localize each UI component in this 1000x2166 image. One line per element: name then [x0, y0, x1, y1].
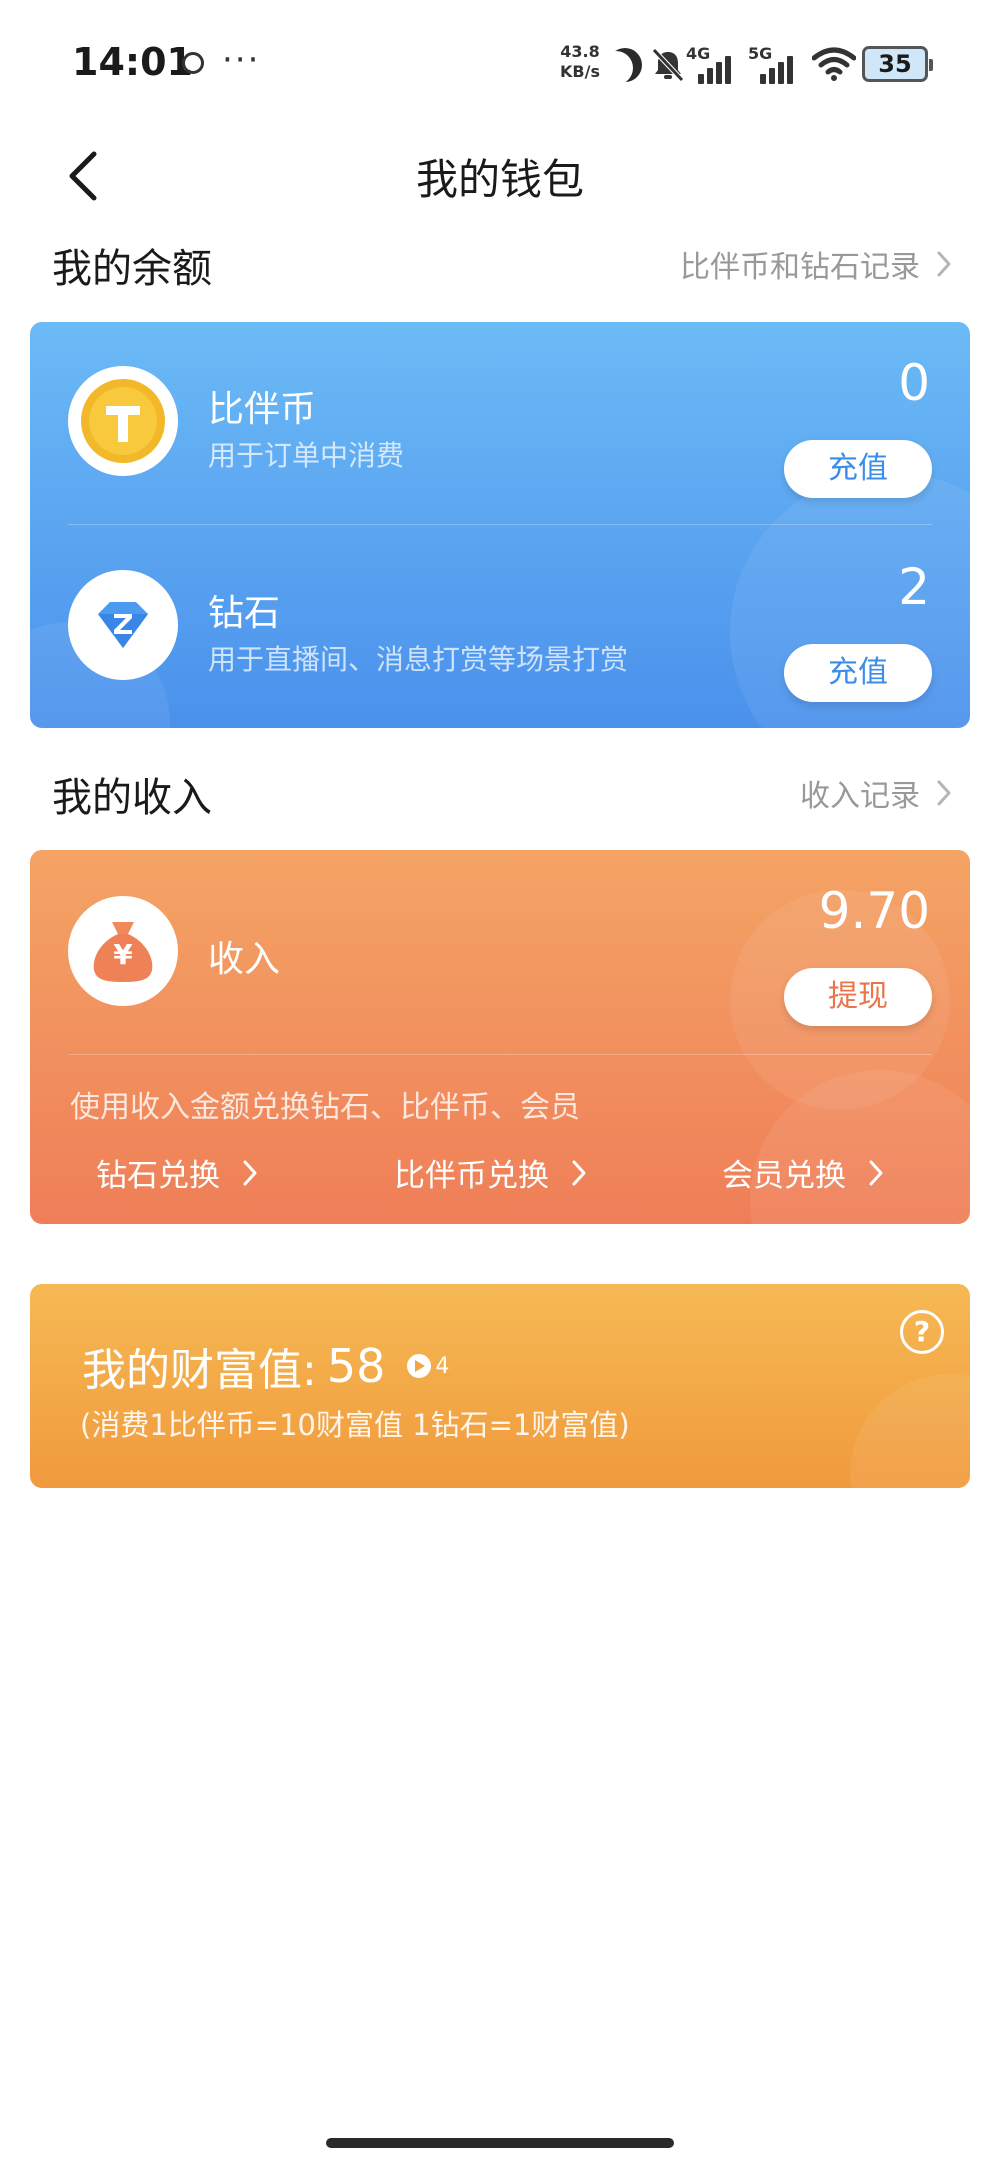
- diamond-icon: [98, 602, 148, 648]
- income-record-link[interactable]: 收入记录: [800, 771, 952, 815]
- page-title: 我的钱包: [415, 155, 584, 204]
- diamond-desc: 用于直播间、消息打赏等场景打赏: [208, 643, 629, 676]
- signal-bars-icon: [760, 56, 793, 84]
- network-speed-unit: KB/s: [560, 62, 600, 81]
- diamond-amount: 2: [898, 558, 930, 616]
- chevron-right-icon: [243, 1160, 257, 1185]
- chevron-right-icon: [937, 780, 951, 806]
- card-watermark: [850, 1374, 970, 1488]
- network-speed-value: 43.8: [560, 42, 600, 61]
- coin-exchange-link[interactable]: 比伴币兑换: [394, 1150, 587, 1195]
- income-card: ¥ 收入 9.70 提现 使用收入金额兑换钻石、比伴币、会员 钻石兑换 比伴币兑…: [30, 850, 970, 1224]
- coin-amount: 0: [898, 354, 930, 412]
- balance-record-link[interactable]: 比伴币和钻石记录: [680, 242, 952, 286]
- signal-4g: 4G: [686, 44, 744, 84]
- status-time: 14:01: [72, 40, 193, 84]
- vip-exchange-label: 会员兑换: [722, 1158, 846, 1194]
- income-section-title: 我的收入: [52, 775, 212, 821]
- income-name: 收入: [208, 939, 281, 980]
- diamond-icon-container: [68, 570, 178, 680]
- diamond-name: 钻石: [208, 593, 281, 634]
- income-amount: 9.70: [818, 882, 930, 940]
- coin-icon-container: [68, 366, 178, 476]
- diamond-exchange-label: 钻石兑换: [96, 1158, 220, 1194]
- help-icon[interactable]: ?: [900, 1310, 944, 1354]
- network-speed: 43.8 KB/s: [556, 42, 604, 82]
- wealth-value: 58: [326, 1339, 386, 1393]
- wealth-note: (消费1比伴币=10财富值 1钻石=1财富值): [80, 1408, 630, 1442]
- coin-name: 比伴币: [208, 389, 317, 430]
- vip-exchange-link[interactable]: 会员兑换: [722, 1150, 884, 1195]
- coin-icon: [81, 379, 165, 463]
- card-divider: [68, 1054, 932, 1055]
- withdraw-button[interactable]: 提现: [784, 968, 932, 1026]
- level-badge-icon: [407, 1354, 432, 1378]
- bell-muted-icon: [652, 48, 684, 82]
- diamond-exchange-link[interactable]: 钻石兑换: [96, 1150, 258, 1195]
- coin-desc: 用于订单中消费: [208, 439, 405, 472]
- signal-5g: 5G: [748, 44, 806, 84]
- balance-card: 比伴币 用于订单中消费 0 充值 钻石 用于直播间、消息打赏等场景打赏 2 充值: [30, 322, 970, 728]
- balance-record-link-label: 比伴币和钻石记录: [680, 250, 920, 285]
- moon-icon: [599, 51, 633, 85]
- diamond-recharge-button[interactable]: 充值: [784, 644, 932, 702]
- money-bag-icon-container: ¥: [68, 896, 178, 1006]
- wealth-level-badge: 4: [407, 1354, 449, 1379]
- wealth-card: 我的财富值: 58 4 (消费1比伴币=10财富值 1钻石=1财富值) ?: [30, 1284, 970, 1488]
- home-indicator[interactable]: [326, 2138, 674, 2148]
- signal-bars-icon: [698, 56, 731, 84]
- face-icon: [182, 52, 204, 74]
- chevron-right-icon: [869, 1160, 883, 1185]
- wealth-label: 我的财富值:: [82, 1345, 317, 1396]
- balance-section-title: 我的余额: [52, 246, 212, 292]
- income-record-link-label: 收入记录: [800, 779, 920, 814]
- chevron-right-icon: [937, 251, 951, 277]
- status-bar: 14:01 ··· 43.8 KB/s 4G 5G 35: [0, 0, 1000, 130]
- coin-exchange-label: 比伴币兑换: [394, 1158, 549, 1194]
- money-bag-symbol: ¥: [113, 938, 133, 971]
- more-notifications-icon: ···: [222, 40, 261, 80]
- coin-recharge-button[interactable]: 充值: [784, 440, 932, 498]
- wealth-level-number: 4: [435, 1353, 450, 1379]
- wifi-icon: [812, 47, 856, 81]
- wealth-line: 我的财富值: 58 4: [82, 1334, 449, 1398]
- battery-indicator: 35: [862, 46, 933, 82]
- chevron-right-icon: [572, 1160, 586, 1185]
- exchange-tip: 使用收入金额兑换钻石、比伴币、会员: [70, 1090, 580, 1125]
- card-divider: [68, 524, 932, 525]
